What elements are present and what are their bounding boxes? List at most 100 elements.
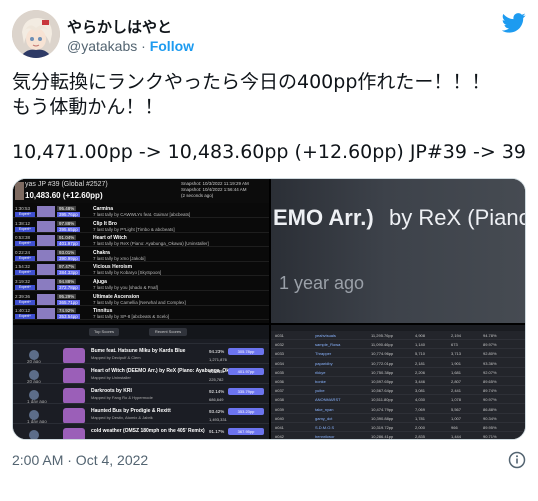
difficulty-tag: Expert+ xyxy=(15,255,35,261)
player-avatar xyxy=(15,182,24,200)
stat-1: 1,140 xyxy=(415,342,426,348)
pp-value: 384.33pp xyxy=(57,270,80,276)
pp-value: 10,474.79pp xyxy=(371,406,394,412)
player-pp: 10,483.60 (+12.60pp) xyxy=(25,191,103,200)
player-name: yeahvisuals xyxy=(315,333,336,338)
stat-3: 89.97% xyxy=(483,342,497,348)
player-name: S.D.M.O.S xyxy=(315,425,335,430)
song-title: EMO Arr.) xyxy=(273,205,374,230)
stat-2: 1,078 xyxy=(451,397,462,403)
display-name[interactable]: やらかしはやと xyxy=(67,16,172,37)
pp-value: 390.99pp xyxy=(57,255,80,261)
map-title: Bume feat. Hatsune Miku by Kards Blue xyxy=(91,348,186,354)
pp-value: 401.97pp xyxy=(57,241,80,247)
stat-2: 1,444 xyxy=(451,434,462,440)
top-scores-tab: Top Scores xyxy=(89,328,119,336)
pp-value: 10,390.88pp xyxy=(371,415,394,421)
player-name: yas JP #39 (Global #2527) xyxy=(25,181,108,188)
stat-3: 89.74% xyxy=(483,388,497,394)
leaderboard-row: #034 paparidby 10,772.01pp 2,181 1,901 93.36% xyxy=(271,359,525,368)
pp-value: 10,511.80pp xyxy=(371,397,393,403)
twitter-bird-icon[interactable] xyxy=(502,12,526,34)
rank: #037 xyxy=(275,388,284,394)
player-name: take_nyan xyxy=(315,406,334,412)
score-value: 225,782 xyxy=(209,377,224,382)
stat-1: 5,710 xyxy=(415,351,426,357)
song-age: 1 year ago xyxy=(279,273,365,293)
player-name: sample_Rowa xyxy=(315,342,341,348)
map-thumbnail xyxy=(63,348,85,364)
stat-1: 7,069 xyxy=(415,406,426,412)
score-time: 1:30:53 xyxy=(15,206,31,211)
pp-badge: 335.79pp xyxy=(228,388,264,395)
score-row: 2:39:36 Expert+ 95.29% 365.71pp Ultimate Asc… xyxy=(13,293,269,306)
media-image-4[interactable]: #031 yeahvisuals 11,295.76pp 4,908 2,194 94.7… xyxy=(271,325,525,440)
pp-badge: 305.78pp xyxy=(228,348,264,355)
map-subtitle: 7 last tally by P*Light [Timbo & abcbeat… xyxy=(93,226,175,232)
pp-badge: 353.23pp xyxy=(228,408,264,415)
media-image-3[interactable]: Top Scores Recent Scores 20 ago Bume feat… xyxy=(13,325,269,439)
pp-value: 395.76pp xyxy=(57,212,80,217)
leaderboard-row: #041 S.D.M.O.S 10,319.72pp 2,000 966 89.95% xyxy=(271,423,525,432)
accuracy: 97.47% xyxy=(57,264,77,270)
map-subtitle: 7 last tally by SP-8 [abcbeats & Scelo] xyxy=(93,314,170,320)
map-thumbnail xyxy=(37,249,55,261)
avatar[interactable] xyxy=(12,10,60,58)
pp-value: 11,090.46pp xyxy=(371,342,393,348)
tweet-line-3: 10,471.00pp -> 10,483.60pp (+12.60pp) JP… xyxy=(12,141,527,163)
stat-3: 90.97% xyxy=(483,397,497,403)
difficulty-tag: Expert+ xyxy=(15,314,35,320)
accuracy: 92.14% xyxy=(209,389,225,394)
rank: #039 xyxy=(275,406,284,412)
rank: #032 xyxy=(275,342,284,348)
stat-2: 5,567 xyxy=(451,406,462,412)
media-image-2[interactable]: EMO Arr.) by ReX (Piano: 1 year ago xyxy=(271,179,525,323)
tweet-timestamp[interactable]: 2:00 AM · Oct 4, 2022 xyxy=(12,452,148,468)
difficulty-tag: Expert+ xyxy=(15,241,35,247)
leaderboard-row: #040 gamy_dct 10,390.88pp 1,781 1,007 90.34% xyxy=(271,414,525,423)
stat-2: 3,713 xyxy=(451,351,462,357)
handle[interactable]: @yatakabs xyxy=(67,38,137,54)
map-subtitle: 7 last tally by ReX (Piano: Ayabunga_Oka… xyxy=(93,241,209,247)
snapshot-meta: Snapshot: 10/3/2022 11:19:29 AM Snapshot… xyxy=(181,181,249,199)
profile-header: yas JP #39 (Global #2527) 10,483.60 (+12… xyxy=(13,179,269,203)
mapper: Mapped by Uninstaller xyxy=(91,375,131,380)
accuracy: 94.88% xyxy=(57,279,77,284)
pp-value: 372.78pp xyxy=(57,285,80,290)
pp-value: 395.65pp xyxy=(57,226,80,232)
tweet-header: やらかしはやと @yatakabs · Follow xyxy=(12,10,526,58)
accuracy: 94.23% xyxy=(209,349,225,354)
media-image-1[interactable]: yas JP #39 (Global #2527) 10,483.60 (+12… xyxy=(13,179,269,323)
leaderboard-row: #038 ANONMARST 10,511.80pp 4,030 1,078 90.97% xyxy=(271,395,525,405)
follow-button[interactable]: Follow xyxy=(150,38,194,54)
score-time: 0:22:24 xyxy=(15,249,31,255)
player-name: hennrikwor xyxy=(315,434,335,440)
rank: #042 xyxy=(275,434,284,440)
leaderboard-row: #031 yeahvisuals 11,295.76pp 4,908 2,194 94.7… xyxy=(271,331,525,340)
stat-1: 3,081 xyxy=(415,388,426,394)
difficulty-tag: Expert+ xyxy=(15,285,35,290)
score-time: 1:54:32 xyxy=(15,264,31,270)
map-title: cold weather (OMSZ 180mph on the 405' Re… xyxy=(91,428,205,434)
map-subtitle: 7 last tally by CAWWLYs feat. Gaimar [ab… xyxy=(93,212,191,217)
accuracy: 74.92% xyxy=(57,308,77,314)
rank: #031 xyxy=(275,333,284,338)
stat-3: 94.78% xyxy=(483,333,497,338)
stat-3: 89.95% xyxy=(483,425,497,430)
leaderboard-row: #036 bonke 10,597.65pp 3,446 2,807 89.65% xyxy=(271,377,525,386)
leaderboard-row: #033 Thrapper 10,774.96pp 5,710 3,713 92.80% xyxy=(271,349,525,359)
stat-1: 2,206 xyxy=(415,369,426,375)
info-icon[interactable] xyxy=(508,451,526,469)
accuracy: 91.04% xyxy=(209,369,225,374)
accuracy: 93.01% xyxy=(57,249,77,255)
pp-value: 10,597.65pp xyxy=(371,379,394,384)
map-thumbnail xyxy=(37,264,55,276)
map-thumbnail xyxy=(37,206,55,217)
stat-3: 89.65% xyxy=(483,379,497,384)
stat-2: 2,807 xyxy=(451,379,462,384)
map-subtitle: 7 last tally by you [shado & Fnaf] xyxy=(93,285,159,290)
stat-3: 90.71% xyxy=(483,434,497,440)
stat-2: 1,007 xyxy=(451,415,462,421)
player-name: gamy_dct xyxy=(315,415,333,421)
stat-2: 966 xyxy=(451,425,458,430)
